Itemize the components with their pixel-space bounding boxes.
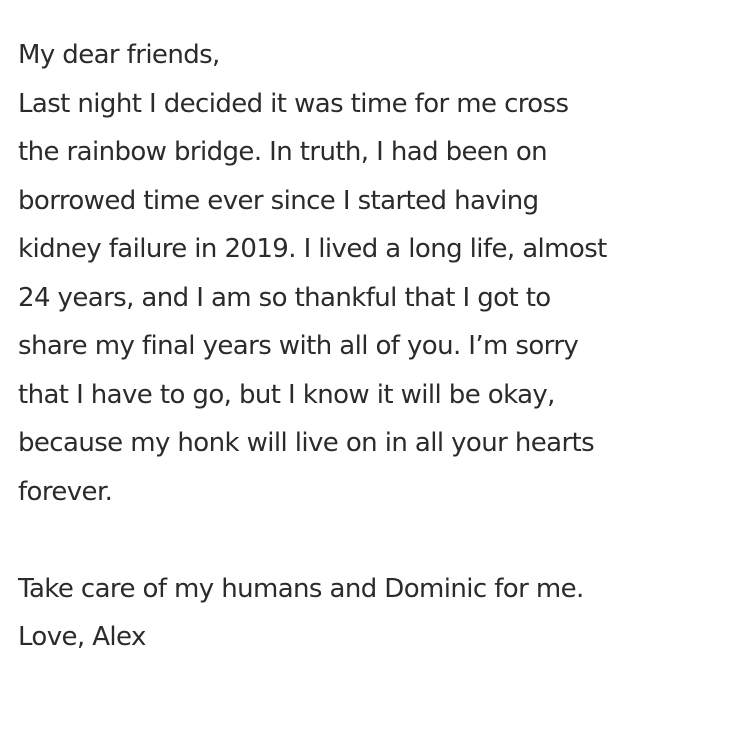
- body-line: because my honk will live on in all your…: [18, 428, 595, 458]
- body-line: that I have to go, but I know it will be…: [18, 379, 555, 410]
- body-line: 24 years, and I am so thankful that I go…: [18, 282, 551, 313]
- body-line: Last night I decided it was time for me …: [18, 88, 569, 119]
- body-line: share my final years with all of you. I’…: [18, 331, 579, 361]
- body-line: borrowed time ever since I started havin…: [18, 185, 539, 216]
- body-line: kidney failure in 2019. I lived a long l…: [18, 234, 607, 264]
- body-line: the rainbow bridge. In truth, I had been…: [18, 137, 548, 167]
- body-line: forever.: [18, 476, 113, 507]
- signoff-text: Love, Alex: [18, 622, 146, 652]
- closing-line: Take care of my humans and Dominic for m…: [18, 573, 584, 604]
- note-document: My dear friends, Last night I decided it…: [18, 0, 743, 662]
- greeting-text: My dear friends,: [18, 40, 220, 70]
